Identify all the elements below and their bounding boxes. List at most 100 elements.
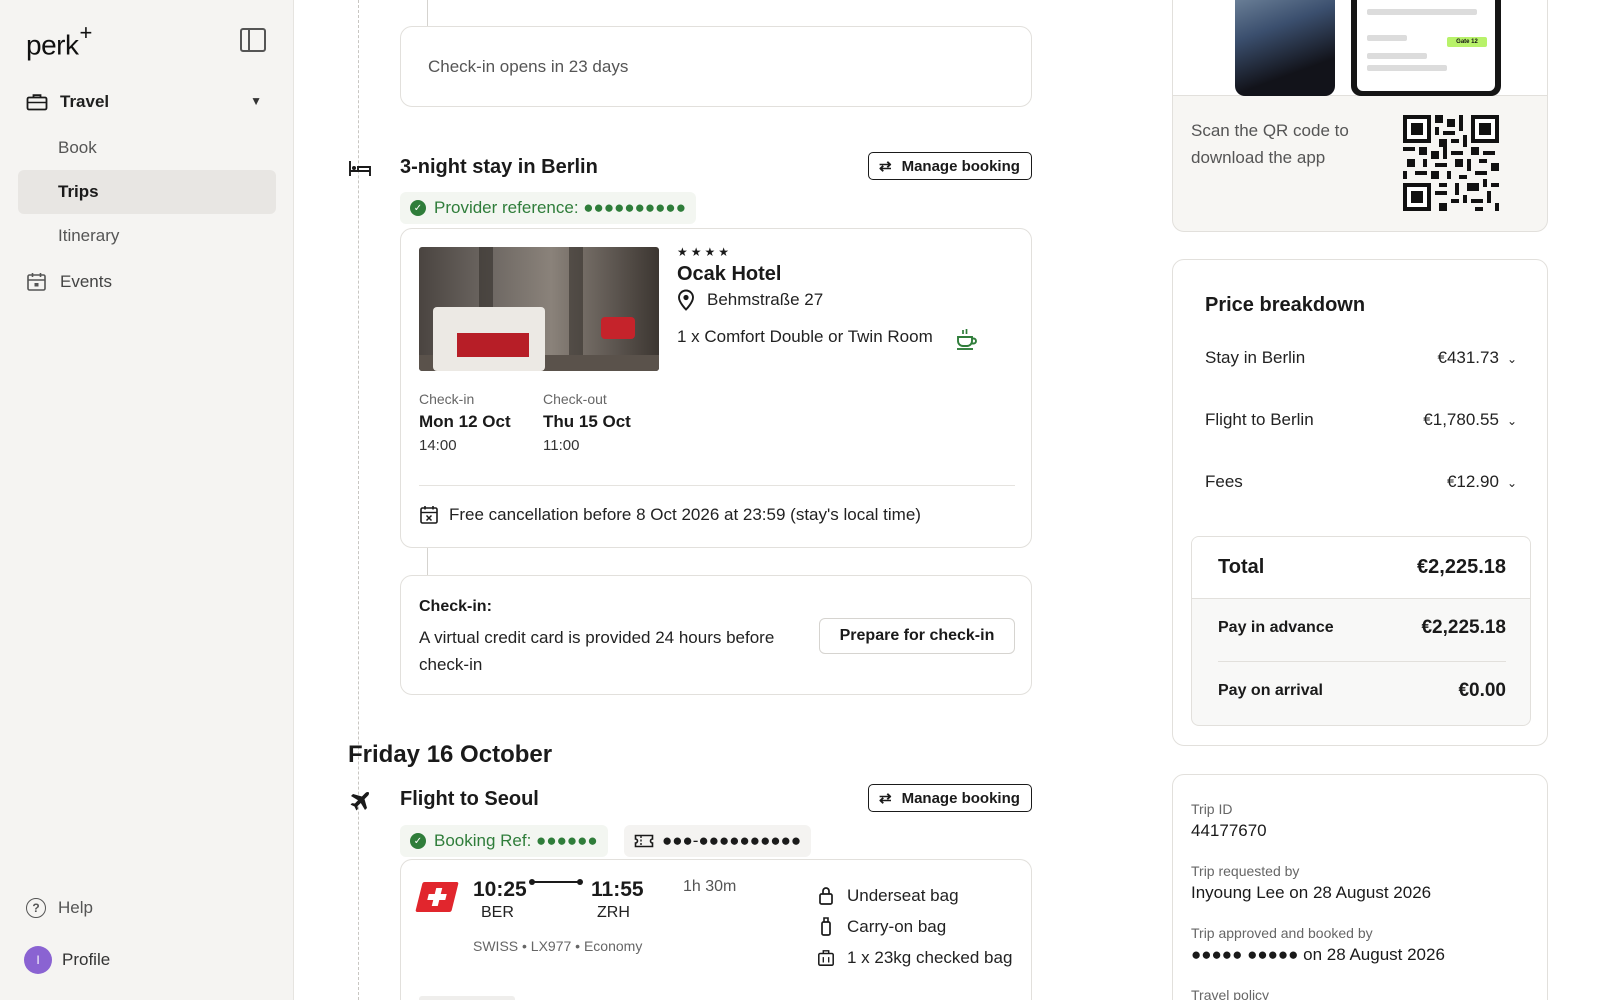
pay-on-arrival-label: Pay on arrival — [1218, 682, 1323, 699]
total-label: Total — [1218, 556, 1265, 578]
price-row-amount: €1,780.55 — [1423, 410, 1499, 429]
swiss-airline-logo — [415, 882, 459, 912]
qr-instruction: Scan the QR code to download the app — [1191, 121, 1349, 167]
checkin-notice-card: Check-in opens in 23 days — [400, 26, 1032, 107]
price-row-stay[interactable]: Stay in Berlin €431.73 ⌄ — [1205, 348, 1517, 368]
hotel-name: Ocak Hotel — [677, 263, 782, 285]
screen-line — [1367, 65, 1447, 71]
prepare-description: A virtual credit card is provided 24 hou… — [419, 628, 775, 674]
list-item: 1 x 23kg checked bag — [817, 942, 1012, 973]
sidebar-item-label: Itinerary — [58, 226, 120, 245]
cancellation-policy: Free cancellation before 8 Oct 2026 at 2… — [419, 505, 921, 525]
timeline-line — [358, 0, 359, 1000]
divider — [419, 485, 1015, 486]
gate-pill-text: Gate 12 — [1456, 39, 1478, 45]
avatar: I — [24, 946, 52, 974]
requested-by-label: Trip requested by — [1191, 863, 1300, 879]
hotel-address: Behmstraße 27 — [677, 289, 823, 311]
booking-ref-text: Booking Ref: ●●●●●● — [434, 831, 598, 850]
perk-logo[interactable]: perk+ — [26, 20, 92, 61]
chevron-down-icon: ⌄ — [1506, 352, 1517, 366]
bag-label: Underseat bag — [847, 885, 959, 905]
ticket-number-pill: ●●●-●●●●●●●●●● — [624, 825, 812, 857]
swap-icon: ⇄ — [879, 158, 892, 175]
requested-by-value: Inyoung Lee on 28 August 2026 — [1191, 883, 1432, 902]
hotel-address-text: Behmstraße 27 — [707, 290, 824, 309]
total-amount: €2,225.18 — [1417, 556, 1506, 578]
checkin-block: Check-in Mon 12 Oct 14:00 — [419, 391, 511, 454]
flight-duration: 1h 30m — [683, 878, 737, 895]
nav-help[interactable]: ? Help — [26, 898, 93, 918]
checkin-notice-text: Check-in opens in 23 days — [428, 56, 629, 76]
sidebar-toggle-icon[interactable] — [240, 28, 266, 52]
timeline-connector — [427, 548, 428, 575]
bed-icon — [349, 161, 371, 176]
screen-line — [1367, 53, 1427, 59]
trip-details-card: Trip ID 44177670 Trip requested by Inyou… — [1172, 774, 1548, 1000]
price-row-amount: €431.73 — [1437, 348, 1499, 367]
total-row: Total €2,225.18 — [1192, 537, 1530, 599]
sidebar-item-label: Trips — [58, 182, 99, 201]
arrival-airport: ZRH — [597, 904, 630, 921]
phone-mockup-icon — [1235, 0, 1335, 96]
nav-travel-label: Travel — [60, 92, 110, 111]
trip-id-value: 44177670 — [1191, 821, 1267, 840]
price-row-amount-wrap: €1,780.55 ⌄ — [1423, 410, 1517, 430]
qr-code-icon[interactable] — [1403, 115, 1499, 211]
price-row-label: Stay in Berlin — [1205, 348, 1306, 367]
gate-pill: Gate 12 — [1447, 37, 1487, 47]
nav-help-label: Help — [58, 898, 93, 917]
checkout-block: Check-out Thu 15 Oct 11:00 — [543, 391, 631, 454]
trip-id-label: Trip ID — [1191, 801, 1233, 817]
pay-on-arrival-row: Pay on arrival €0.00 — [1218, 680, 1506, 702]
price-row-amount-wrap: €12.90 ⌄ — [1447, 472, 1517, 492]
ticket-number-text: ●●●-●●●●●●●●●● — [662, 831, 802, 850]
phone-screen: Gate 12 — [1357, 0, 1495, 91]
price-row-fees[interactable]: Fees €12.90 ⌄ — [1205, 472, 1517, 492]
photo-bed-throw — [457, 333, 529, 357]
nav-travel[interactable]: Travel ▼ — [26, 90, 266, 114]
sidebar-item-itinerary[interactable]: Itinerary — [18, 214, 276, 258]
nav-profile[interactable]: I Profile — [24, 946, 110, 974]
sidebar-item-book[interactable]: Book — [18, 126, 276, 170]
divider — [1218, 661, 1506, 662]
total-summary: Total €2,225.18 Pay in advance €2,225.18… — [1191, 536, 1531, 726]
pay-in-advance-amount: €2,225.18 — [1421, 617, 1506, 638]
cancellation-text: Free cancellation before 8 Oct 2026 at 2… — [449, 505, 921, 524]
departure-airport: BER — [481, 904, 514, 921]
price-row-amount-wrap: €431.73 ⌄ — [1437, 348, 1517, 368]
travel-policy-label: Travel policy — [1191, 987, 1270, 1000]
briefcase-icon — [26, 94, 48, 111]
manage-booking-button[interactable]: ⇄ Manage booking — [868, 152, 1032, 180]
logo-plus-mark: + — [79, 20, 92, 45]
departure-time: 10:25 — [473, 878, 527, 901]
price-breakdown-title: Price breakdown — [1205, 294, 1366, 316]
carry-on-icon — [821, 916, 831, 936]
sidebar: perk+ Travel ▼ Book Trips Itinerary Even… — [0, 0, 294, 1000]
caret-down-icon: ▼ — [250, 94, 262, 108]
check-circle-icon: ✓ — [410, 200, 426, 216]
sidebar-item-trips[interactable]: Trips — [18, 170, 276, 214]
pay-in-advance-row: Pay in advance €2,225.18 — [1218, 617, 1506, 639]
price-row-label: Flight to Berlin — [1205, 410, 1314, 429]
phone-mockup-icon: Gate 12 — [1351, 0, 1501, 96]
price-row-amount: €12.90 — [1446, 472, 1499, 491]
suitcase-icon — [818, 949, 834, 966]
hotel-room-photo[interactable] — [419, 247, 659, 371]
checkin-date: Mon 12 Oct — [419, 412, 511, 431]
approved-by-label: Trip approved and booked by — [1191, 925, 1373, 941]
price-row-flight[interactable]: Flight to Berlin €1,780.55 ⌄ — [1205, 410, 1517, 430]
day-heading: Friday 16 October — [348, 741, 553, 768]
prepare-checkin-button[interactable]: Prepare for check-in — [819, 618, 1015, 654]
calendar-x-icon — [420, 506, 438, 524]
manage-booking-button[interactable]: ⇄ Manage booking — [868, 784, 1032, 812]
map-pin-icon — [678, 289, 694, 311]
nav-events[interactable]: Events — [26, 272, 112, 292]
booking-ref-pill: ✓ Booking Ref: ●●●●●● — [400, 825, 608, 857]
logo-text: perk — [26, 29, 79, 61]
app-download-card: Gate 12 Scan the QR code to download the… — [1172, 0, 1548, 232]
bag-label: 1 x 23kg checked bag — [847, 947, 1013, 967]
price-row-label: Fees — [1205, 472, 1243, 491]
screen-line — [1367, 9, 1477, 15]
ticket-icon — [634, 834, 654, 848]
